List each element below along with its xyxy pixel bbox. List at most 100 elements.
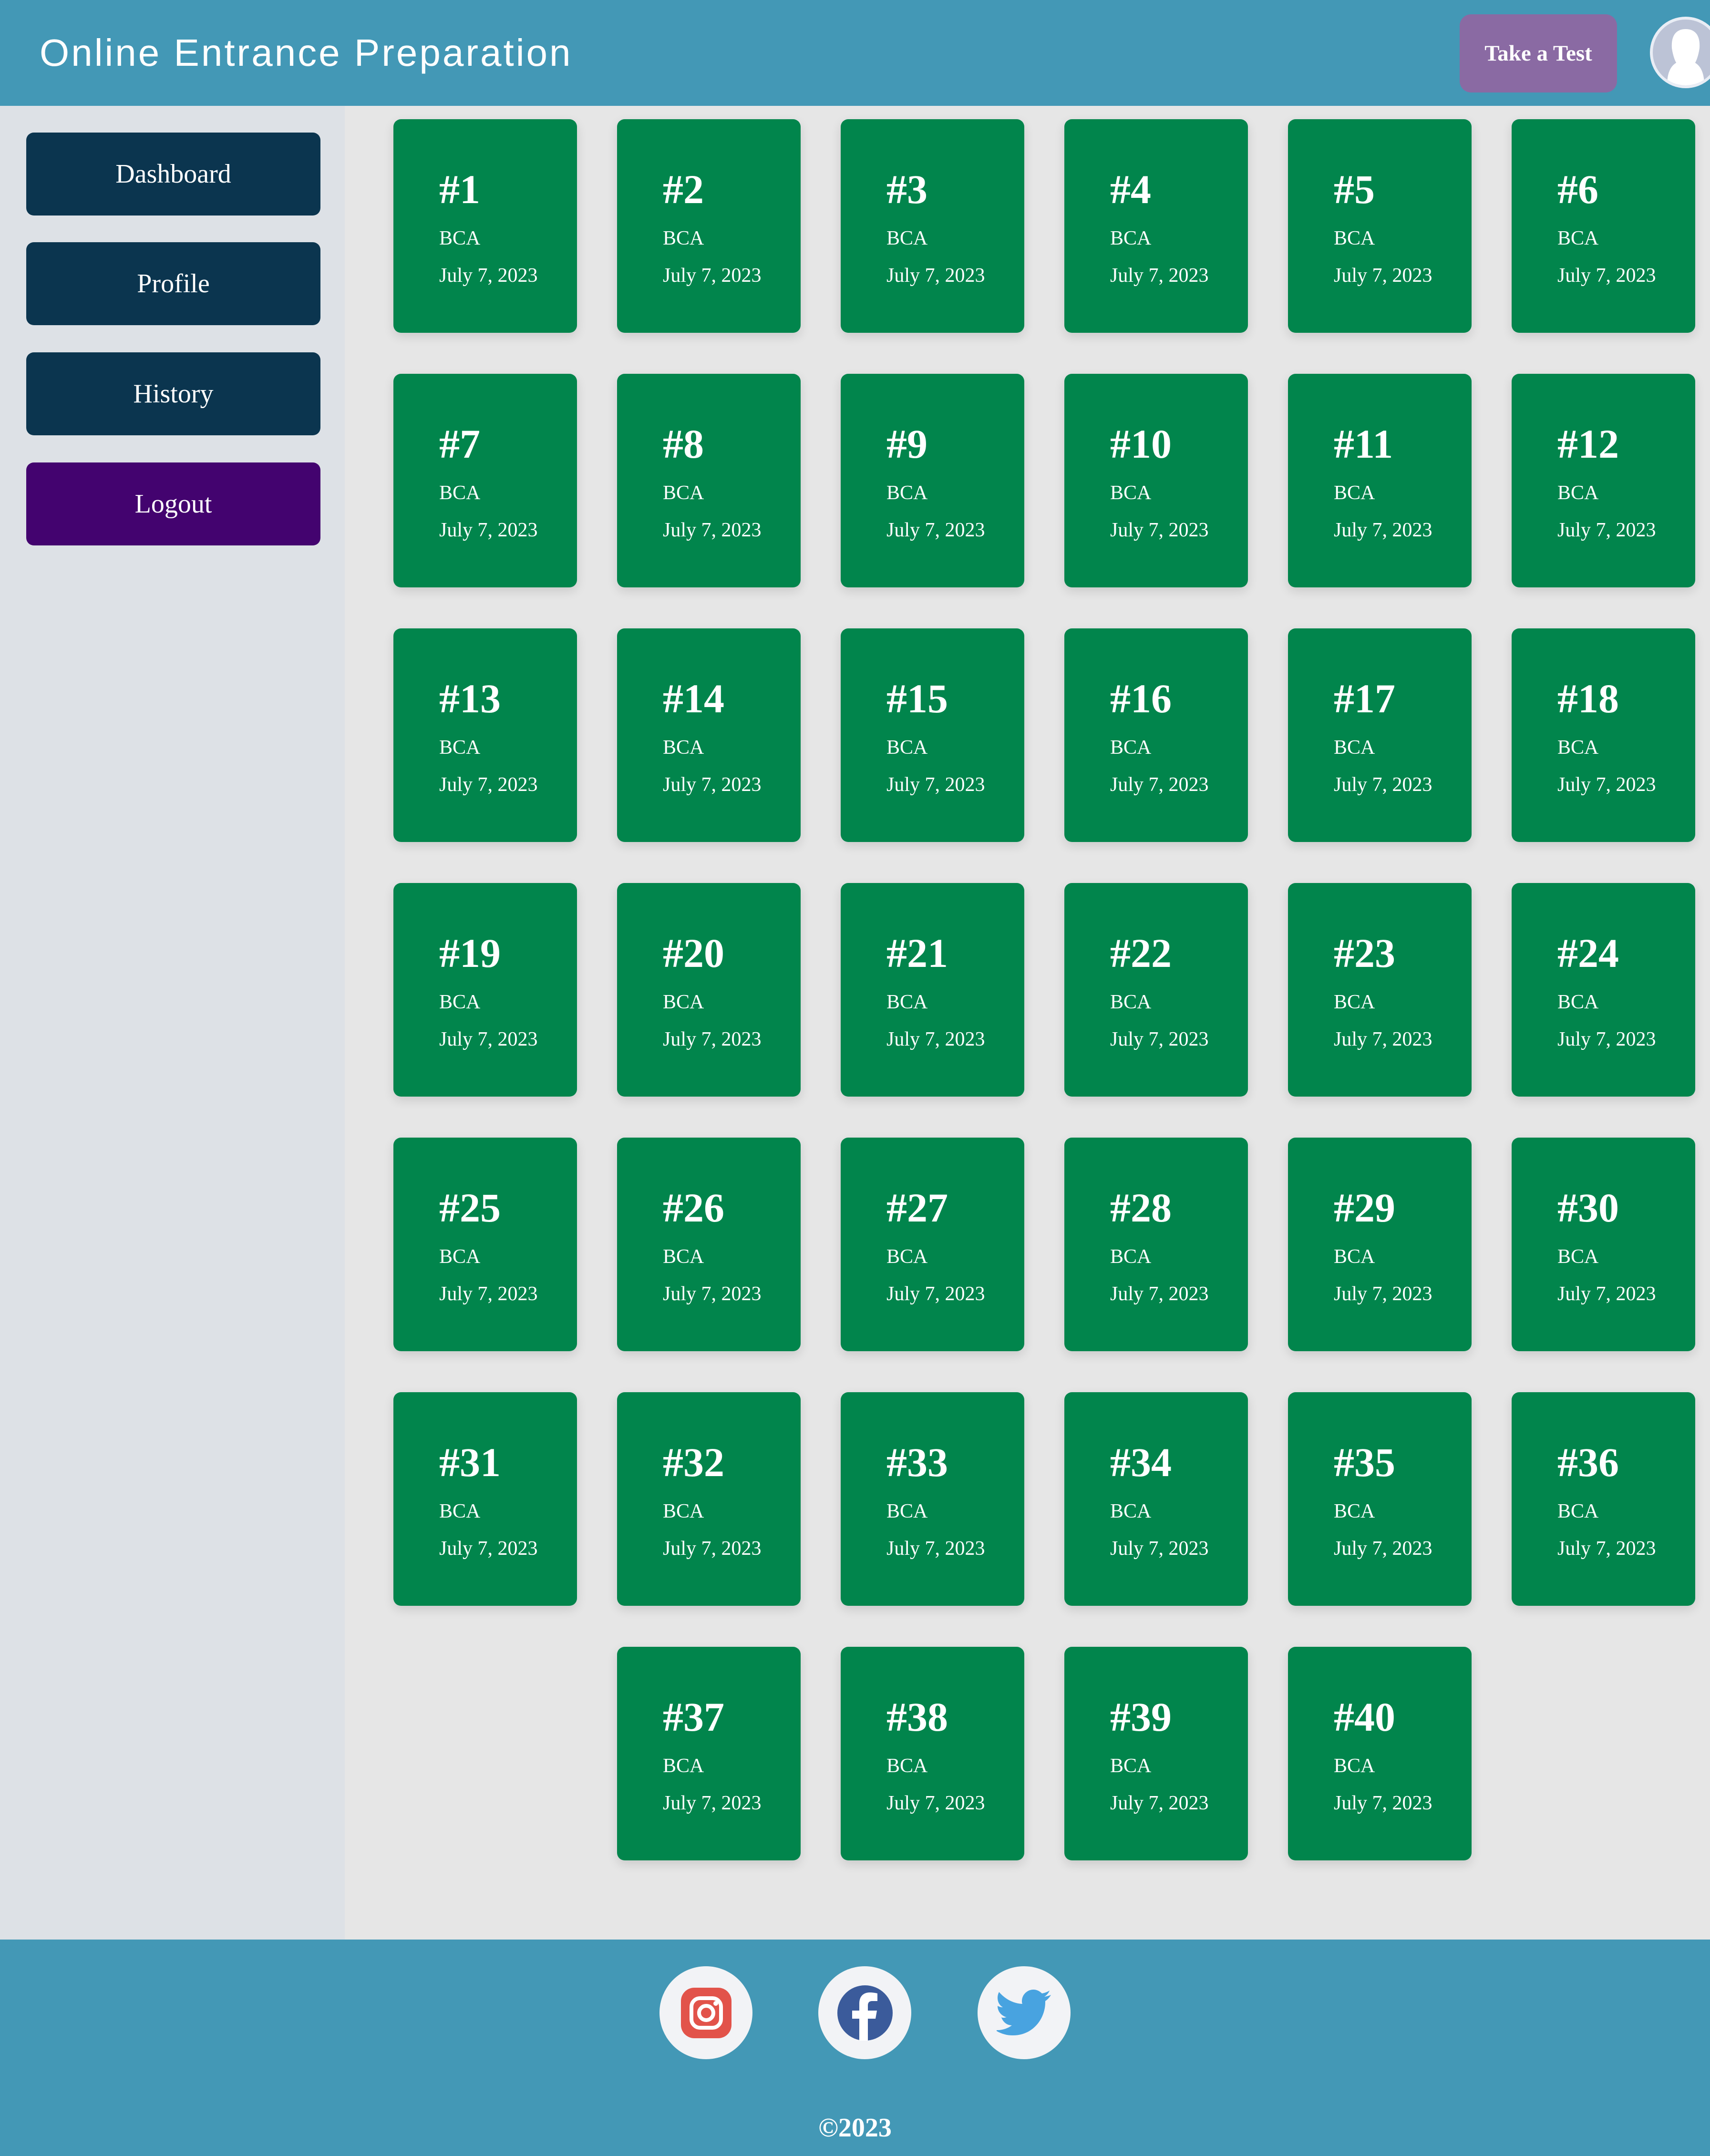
test-card[interactable]: #27 BCA July 7, 2023 [841,1138,1024,1351]
test-card[interactable]: #30 BCA July 7, 2023 [1512,1138,1695,1351]
test-card[interactable]: #19 BCA July 7, 2023 [393,883,577,1097]
test-course: BCA [1334,227,1375,249]
test-card[interactable]: #4 BCA July 7, 2023 [1064,119,1248,333]
sidebar-profile-button[interactable]: Profile [26,242,320,325]
test-number: #2 [663,166,704,212]
test-course: BCA [886,1246,928,1268]
test-date: July 7, 2023 [1334,1028,1432,1050]
test-number: #10 [1110,421,1172,467]
test-card[interactable]: #1 BCA July 7, 2023 [393,119,577,333]
test-date: July 7, 2023 [663,519,762,541]
test-course: BCA [439,482,481,504]
take-a-test-button[interactable]: Take a Test [1460,14,1617,92]
sidebar: Dashboard Profile History Logout [0,106,345,1940]
test-number: #28 [1110,1185,1172,1231]
test-date: July 7, 2023 [439,774,538,796]
test-course: BCA [1110,991,1152,1013]
test-card[interactable]: #39 BCA July 7, 2023 [1064,1647,1248,1860]
test-date: July 7, 2023 [1334,1283,1432,1305]
test-course: BCA [886,991,928,1013]
test-course: BCA [1334,991,1375,1013]
test-date: July 7, 2023 [1334,265,1432,287]
test-card[interactable]: #20 BCA July 7, 2023 [617,883,801,1097]
test-card[interactable]: #5 BCA July 7, 2023 [1288,119,1472,333]
test-number: #4 [1110,166,1151,212]
test-card[interactable]: #29 BCA July 7, 2023 [1288,1138,1472,1351]
test-date: July 7, 2023 [1334,774,1432,796]
test-number: #39 [1110,1694,1172,1740]
test-card[interactable]: #26 BCA July 7, 2023 [617,1138,801,1351]
test-card[interactable]: #8 BCA July 7, 2023 [617,374,801,587]
test-date: July 7, 2023 [1110,519,1209,541]
test-course: BCA [886,482,928,504]
test-number: #14 [663,676,724,721]
test-card[interactable]: #37 BCA July 7, 2023 [617,1647,801,1860]
test-card[interactable]: #22 BCA July 7, 2023 [1064,883,1248,1097]
test-number: #31 [439,1439,501,1485]
test-card[interactable]: #21 BCA July 7, 2023 [841,883,1024,1097]
test-card[interactable]: #2 BCA July 7, 2023 [617,119,801,333]
test-card[interactable]: #13 BCA July 7, 2023 [393,628,577,842]
test-card[interactable]: #7 BCA July 7, 2023 [393,374,577,587]
test-card[interactable]: #9 BCA July 7, 2023 [841,374,1024,587]
test-card[interactable]: #33 BCA July 7, 2023 [841,1392,1024,1606]
test-course: BCA [1557,1246,1599,1268]
test-card[interactable]: #18 BCA July 7, 2023 [1512,628,1695,842]
test-date: July 7, 2023 [1110,1028,1209,1050]
twitter-icon [996,1989,1051,2035]
test-card[interactable]: #36 BCA July 7, 2023 [1512,1392,1695,1606]
test-course: BCA [1334,737,1375,759]
test-card[interactable]: #28 BCA July 7, 2023 [1064,1138,1248,1351]
test-number: #33 [886,1439,948,1485]
test-course: BCA [1557,482,1599,504]
test-date: July 7, 2023 [886,774,985,796]
test-number: #16 [1110,676,1172,721]
test-card[interactable]: #40 BCA July 7, 2023 [1288,1647,1472,1860]
test-card[interactable]: #3 BCA July 7, 2023 [841,119,1024,333]
test-course: BCA [886,1500,928,1522]
test-number: #13 [439,676,501,721]
test-course: BCA [1334,1246,1375,1268]
test-card[interactable]: #12 BCA July 7, 2023 [1512,374,1695,587]
test-card[interactable]: #25 BCA July 7, 2023 [393,1138,577,1351]
test-number: #8 [663,421,704,467]
test-course: BCA [439,737,481,759]
test-card[interactable]: #23 BCA July 7, 2023 [1288,883,1472,1097]
test-date: July 7, 2023 [663,265,762,287]
test-course: BCA [886,1755,928,1777]
sidebar-history-button[interactable]: History [26,352,320,435]
twitter-link[interactable] [978,1966,1071,2059]
test-date: July 7, 2023 [1557,1538,1656,1560]
test-number: #15 [886,676,948,721]
test-course: BCA [1557,1500,1599,1522]
sidebar-dashboard-button[interactable]: Dashboard [26,133,320,216]
test-card[interactable]: #32 BCA July 7, 2023 [617,1392,801,1606]
test-card[interactable]: #10 BCA July 7, 2023 [1064,374,1248,587]
user-avatar-icon[interactable] [1650,17,1710,88]
test-card-grid: #1 BCA July 7, 2023 #2 BCA July 7, 2023 #3 BCA J… [345,106,1710,1940]
test-card[interactable]: #38 BCA July 7, 2023 [841,1647,1024,1860]
test-card[interactable]: #14 BCA July 7, 2023 [617,628,801,842]
test-card[interactable]: #24 BCA July 7, 2023 [1512,883,1695,1097]
test-card[interactable]: #35 BCA July 7, 2023 [1288,1392,1472,1606]
test-course: BCA [663,1755,704,1777]
test-date: July 7, 2023 [439,1538,538,1560]
instagram-link[interactable] [659,1966,752,2059]
test-course: BCA [439,991,481,1013]
test-course: BCA [1334,482,1375,504]
test-course: BCA [663,991,704,1013]
test-card[interactable]: #15 BCA July 7, 2023 [841,628,1024,842]
test-card[interactable]: #34 BCA July 7, 2023 [1064,1392,1248,1606]
test-date: July 7, 2023 [886,1792,985,1814]
sidebar-logout-button[interactable]: Logout [26,462,320,545]
test-card[interactable]: #6 BCA July 7, 2023 [1512,119,1695,333]
test-date: July 7, 2023 [1334,519,1432,541]
test-course: BCA [663,737,704,759]
test-card[interactable]: #11 BCA July 7, 2023 [1288,374,1472,587]
test-date: July 7, 2023 [663,1538,762,1560]
facebook-link[interactable] [818,1966,911,2059]
test-card[interactable]: #16 BCA July 7, 2023 [1064,628,1248,842]
test-card[interactable]: #31 BCA July 7, 2023 [393,1392,577,1606]
test-course: BCA [886,227,928,249]
test-card[interactable]: #17 BCA July 7, 2023 [1288,628,1472,842]
